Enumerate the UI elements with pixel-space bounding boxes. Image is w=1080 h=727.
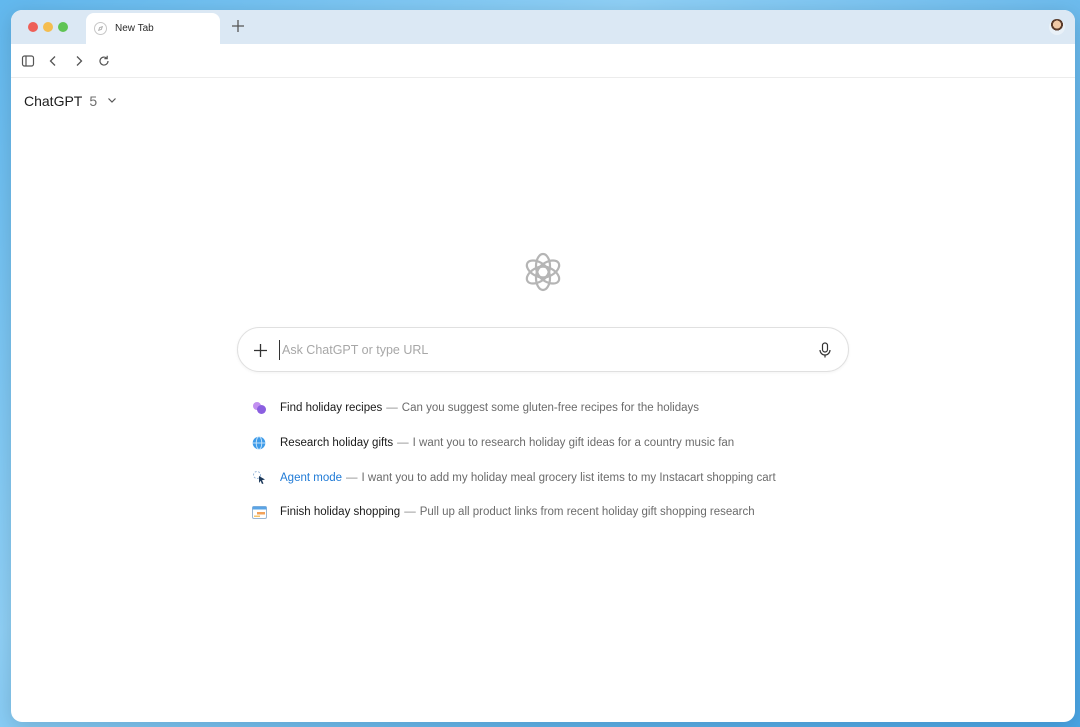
maximize-window-button[interactable] <box>58 22 68 32</box>
search-input[interactable] <box>279 340 799 360</box>
tab-new-tab[interactable]: New Tab <box>86 13 220 44</box>
close-window-button[interactable] <box>28 22 38 32</box>
model-picker[interactable]: ChatGPT 5 <box>24 92 117 110</box>
globe-icon <box>251 435 267 451</box>
compass-icon <box>94 22 107 35</box>
bubbles-icon <box>251 400 267 416</box>
model-name: ChatGPT <box>24 93 83 109</box>
chevron-left-icon <box>49 56 56 66</box>
suggestion-separator: — <box>397 437 409 450</box>
suggestion-separator: — <box>346 471 358 484</box>
reload-button[interactable] <box>95 52 113 70</box>
voice-input-button[interactable] <box>816 341 834 359</box>
tab-title: New Tab <box>115 23 154 34</box>
suggestion-item[interactable]: Finish holiday shopping — Pull up all pr… <box>251 495 851 530</box>
suggestion-title: Research holiday gifts <box>280 437 394 450</box>
plus-icon <box>253 343 267 357</box>
minimize-window-button[interactable] <box>43 22 53 32</box>
suggestion-separator: — <box>386 402 398 415</box>
tab-bar: New Tab <box>11 10 1075 44</box>
agent-cursor-icon <box>251 470 267 486</box>
toolbar <box>11 44 1075 78</box>
suggestion-item[interactable]: Find holiday recipes — Can you suggest s… <box>251 391 851 426</box>
add-attachment-button[interactable] <box>251 341 269 359</box>
plus-icon <box>232 20 244 32</box>
browser-tabs-icon <box>251 504 267 520</box>
microphone-icon <box>819 342 831 358</box>
reload-icon <box>99 55 109 66</box>
suggestion-description: I want you to research holiday gift idea… <box>412 437 735 450</box>
suggestion-description: Can you suggest some gluten-free recipes… <box>401 402 700 415</box>
browser-window: New Tab ChatGPT 5 Ask ChatGPT or type UR… <box>11 10 1075 722</box>
suggestion-list: Find holiday recipes — Can you suggest s… <box>251 391 851 530</box>
chevron-down-icon <box>107 92 117 110</box>
suggestion-item[interactable]: Agent mode — I want you to add my holida… <box>251 460 851 495</box>
sidebar-toggle-button[interactable] <box>19 52 37 70</box>
search-bar <box>237 327 849 372</box>
suggestion-title: Agent mode <box>280 471 343 484</box>
sidebar-icon <box>21 55 35 67</box>
new-tab-button[interactable] <box>229 16 247 36</box>
suggestion-title: Find holiday recipes <box>280 402 383 415</box>
model-version: 5 <box>89 93 98 109</box>
suggestion-title: Finish holiday shopping <box>280 506 401 519</box>
avatar[interactable] <box>1049 19 1065 35</box>
suggestion-separator: — <box>404 506 416 519</box>
suggestion-description: Pull up all product links from recent ho… <box>419 506 755 519</box>
chevron-right-icon <box>76 56 83 66</box>
suggestion-description: I want you to add my holiday meal grocer… <box>361 471 776 484</box>
suggestion-item[interactable]: Research holiday gifts — I want you to r… <box>251 426 851 461</box>
forward-button[interactable] <box>70 52 88 70</box>
openai-logo-icon <box>522 251 564 293</box>
back-button[interactable] <box>44 52 62 70</box>
